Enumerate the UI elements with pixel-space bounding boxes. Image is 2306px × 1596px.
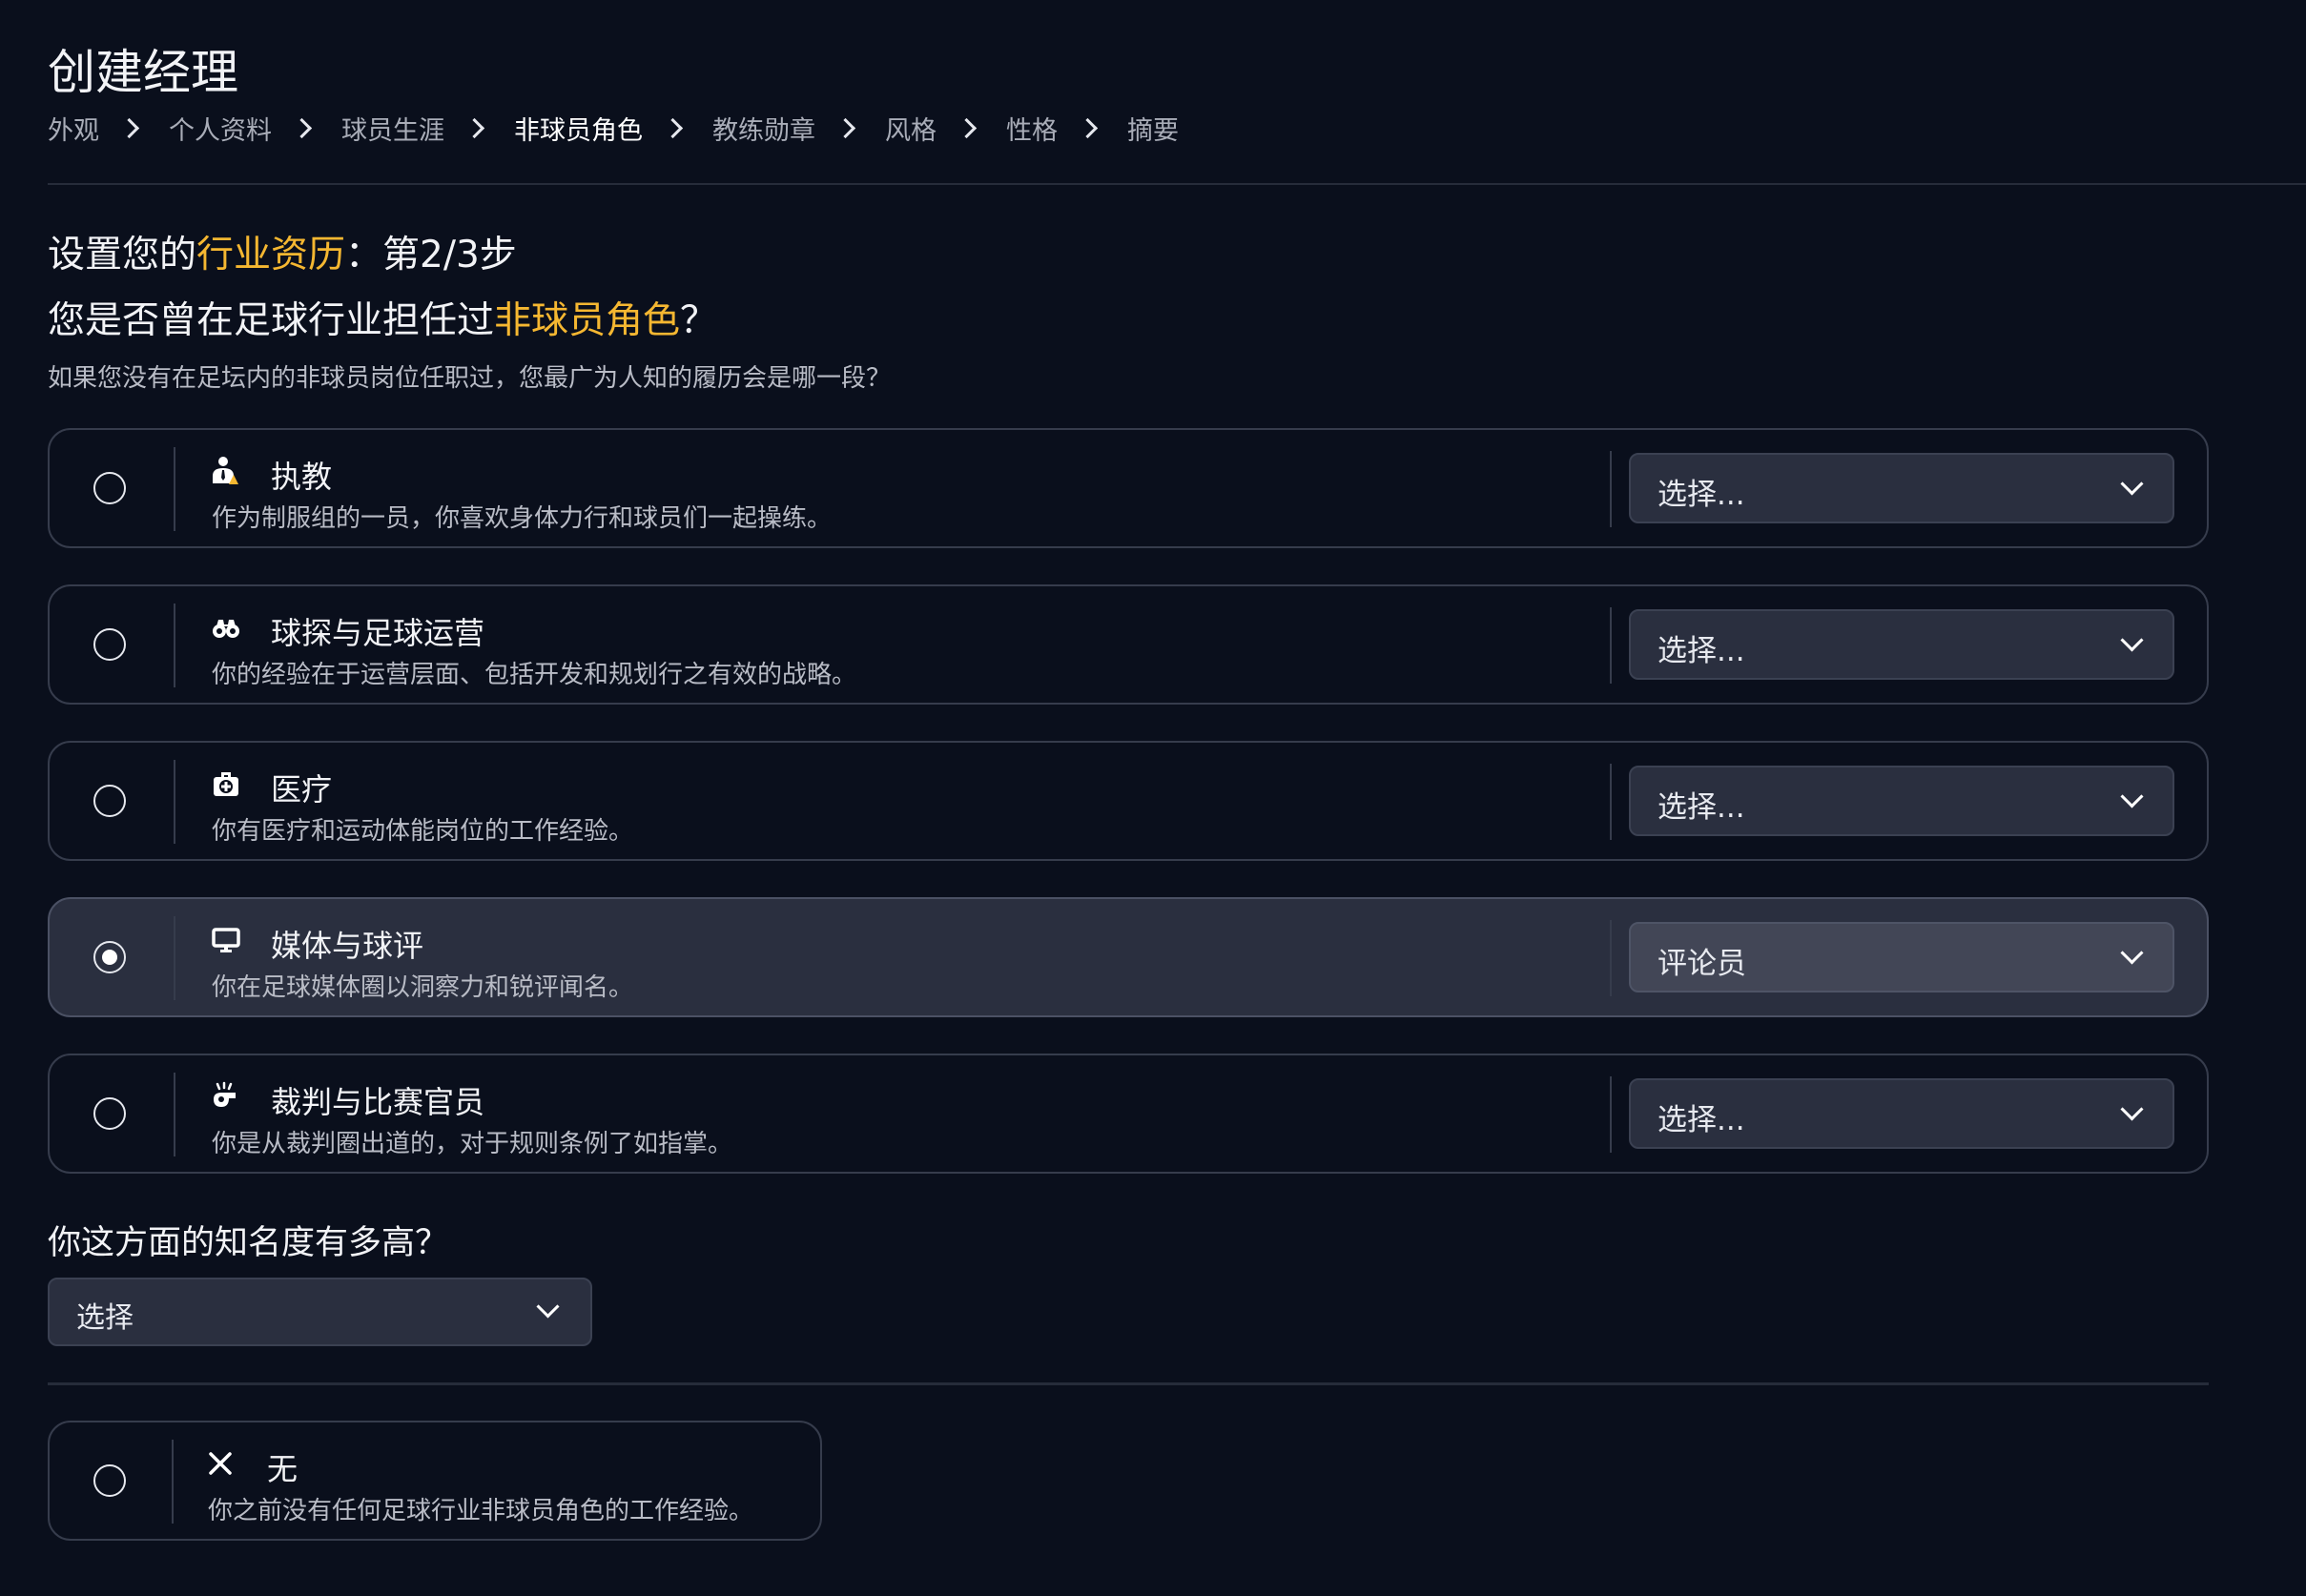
option-description: 你是从裁判圈出道的，对于规则条例了如指掌。 bbox=[212, 1130, 733, 1158]
breadcrumb-appearance[interactable]: 外观 bbox=[48, 110, 99, 147]
role-select-value: 选择... bbox=[1657, 634, 1745, 668]
section-divider bbox=[48, 1382, 2209, 1385]
option-none[interactable]: 无 你之前没有任何足球行业非球员角色的工作经验。 bbox=[48, 1421, 822, 1541]
fame-label: 你这方面的知名度有多高？ bbox=[48, 1224, 449, 1262]
divider bbox=[1610, 1076, 1612, 1153]
option-description: 你有医疗和运动体能岗位的工作经验。 bbox=[212, 817, 634, 846]
chevron-right-icon bbox=[118, 117, 140, 138]
coach-whistle-icon bbox=[210, 455, 242, 487]
chevron-right-icon bbox=[834, 117, 856, 138]
role-select[interactable]: 评论员 bbox=[1629, 922, 2174, 992]
breadcrumb-personality[interactable]: 性格 bbox=[1006, 110, 1058, 147]
radio-button[interactable] bbox=[93, 472, 126, 504]
step-indicator: 设置您的行业资历：第2/3步 bbox=[48, 225, 517, 278]
option-description: 你的经验在于运营层面、包括开发和规划行之有效的战略。 bbox=[212, 661, 857, 689]
question-hint: 如果您没有在足坛内的非球员岗位任职过，您最广为人知的履历会是哪一段？ bbox=[48, 364, 892, 393]
question-heading: 您是否曾在足球行业担任过非球员角色？ bbox=[48, 291, 717, 344]
chevron-down-icon bbox=[2120, 785, 2144, 808]
breadcrumb-coaching-badges[interactable]: 教练勋章 bbox=[712, 110, 815, 147]
medical-bag-icon bbox=[210, 767, 242, 800]
role-select[interactable]: 选择... bbox=[1629, 1078, 2174, 1149]
option-description: 作为制服组的一员，你喜欢身体力行和球员们一起操练。 bbox=[212, 504, 833, 533]
step-prefix: 设置您的 bbox=[48, 234, 197, 276]
divider bbox=[1610, 764, 1612, 840]
breadcrumb-profile[interactable]: 个人资料 bbox=[169, 110, 272, 147]
step-highlight: 行业资历 bbox=[196, 234, 346, 276]
divider bbox=[174, 604, 175, 687]
divider bbox=[174, 447, 175, 531]
chevron-right-icon bbox=[291, 117, 313, 138]
role-select-value: 选择... bbox=[1657, 790, 1745, 825]
question-highlight: 非球员角色 bbox=[494, 299, 681, 342]
page-title: 创建经理 bbox=[48, 45, 238, 100]
question-suffix: ？ bbox=[680, 299, 718, 342]
role-select-value: 评论员 bbox=[1657, 947, 1746, 981]
radio-button[interactable] bbox=[93, 941, 126, 973]
role-select-value: 选择... bbox=[1657, 478, 1745, 512]
fame-select-value: 选择 bbox=[76, 1301, 134, 1335]
option-media[interactable]: 媒体与球评 你在足球媒体圈以洞察力和锐评闻名。 评论员 bbox=[48, 897, 2209, 1017]
option-description: 你在足球媒体圈以洞察力和锐评闻名。 bbox=[212, 973, 634, 1002]
radio-button[interactable] bbox=[93, 628, 126, 661]
option-referee[interactable]: 裁判与比赛官员 你是从裁判圈出道的，对于规则条例了如指掌。 选择... bbox=[48, 1054, 2209, 1174]
option-title: 执教 bbox=[271, 459, 333, 495]
breadcrumb-summary[interactable]: 摘要 bbox=[1127, 110, 1179, 147]
chevron-right-icon bbox=[956, 117, 978, 138]
divider bbox=[1610, 607, 1612, 684]
monitor-icon bbox=[210, 924, 242, 956]
chevron-right-icon bbox=[662, 117, 684, 138]
option-title: 医疗 bbox=[271, 771, 333, 808]
chevron-right-icon bbox=[463, 117, 485, 138]
breadcrumb-style[interactable]: 风格 bbox=[885, 110, 937, 147]
option-title: 媒体与球评 bbox=[271, 928, 424, 964]
step-suffix: ：第2/3步 bbox=[345, 234, 517, 276]
option-description: 你之前没有任何足球行业非球员角色的工作经验。 bbox=[208, 1497, 754, 1525]
close-x-icon bbox=[204, 1447, 237, 1480]
role-select[interactable]: 选择... bbox=[1629, 766, 2174, 836]
divider bbox=[174, 916, 175, 1000]
divider bbox=[1610, 920, 1612, 996]
chevron-down-icon bbox=[2120, 1097, 2144, 1121]
option-title: 球探与足球运营 bbox=[271, 615, 485, 651]
radio-button[interactable] bbox=[93, 785, 126, 817]
breadcrumb-non-player-role[interactable]: 非球员角色 bbox=[514, 110, 643, 147]
divider bbox=[1610, 451, 1612, 527]
header-divider bbox=[48, 183, 2306, 185]
option-title: 无 bbox=[267, 1451, 299, 1487]
breadcrumb: 外观 个人资料 球员生涯 非球员角色 教练勋章 风格 性格 摘要 bbox=[48, 109, 1179, 147]
fame-select[interactable]: 选择 bbox=[48, 1278, 592, 1346]
question-prefix: 您是否曾在足球行业担任过 bbox=[48, 299, 495, 342]
radio-button[interactable] bbox=[93, 1464, 126, 1497]
chevron-down-icon bbox=[2120, 472, 2144, 496]
binoculars-icon bbox=[210, 611, 242, 644]
chevron-down-icon bbox=[536, 1295, 560, 1319]
chevron-down-icon bbox=[2120, 628, 2144, 652]
chevron-down-icon bbox=[2120, 941, 2144, 965]
role-select-value: 选择... bbox=[1657, 1103, 1745, 1137]
option-title: 裁判与比赛官员 bbox=[271, 1084, 485, 1120]
referee-whistle-icon bbox=[210, 1080, 242, 1113]
radio-button[interactable] bbox=[93, 1097, 126, 1130]
breadcrumb-player-career[interactable]: 球员生涯 bbox=[341, 110, 444, 147]
divider bbox=[174, 760, 175, 844]
divider bbox=[172, 1440, 174, 1524]
option-scouting[interactable]: 球探与足球运营 你的经验在于运营层面、包括开发和规划行之有效的战略。 选择... bbox=[48, 584, 2209, 705]
divider bbox=[174, 1073, 175, 1156]
option-medical[interactable]: 医疗 你有医疗和运动体能岗位的工作经验。 选择... bbox=[48, 741, 2209, 861]
option-coaching[interactable]: 执教 作为制服组的一员，你喜欢身体力行和球员们一起操练。 选择... bbox=[48, 428, 2209, 548]
role-select[interactable]: 选择... bbox=[1629, 453, 2174, 523]
role-select[interactable]: 选择... bbox=[1629, 609, 2174, 680]
chevron-right-icon bbox=[1077, 117, 1099, 138]
